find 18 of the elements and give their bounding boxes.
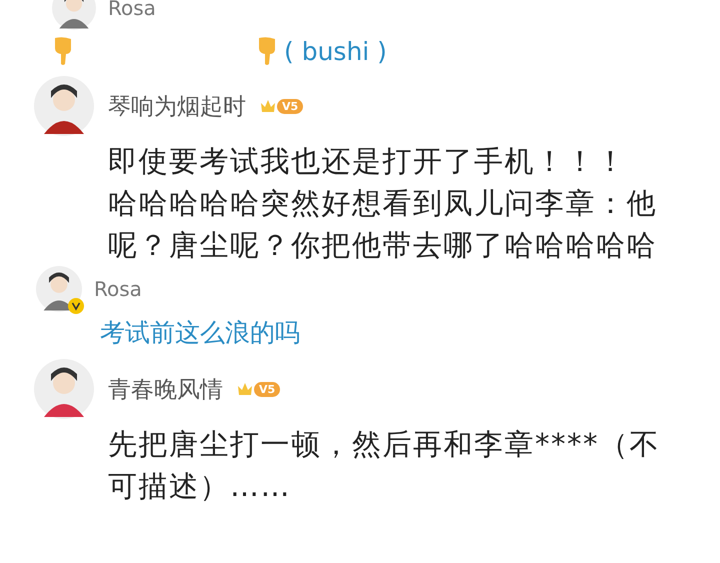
avatar[interactable] <box>34 359 94 419</box>
level-badge: V5 <box>254 382 280 396</box>
user-name[interactable]: Rosa <box>108 0 156 20</box>
comment-text: 先把唐尘打一顿，然后再和李章****（不可描述）…… <box>108 426 661 505</box>
avatar[interactable] <box>36 266 82 312</box>
comment-text: 即使要考试我也还是打开了手机！！！ <box>108 143 628 180</box>
crown-icon <box>237 382 253 396</box>
crown-icon <box>260 99 276 113</box>
level-badge: V5 <box>277 98 304 114</box>
user-name[interactable]: Rosa <box>94 277 142 301</box>
pointing-hand-icon <box>256 36 278 66</box>
user-name[interactable]: 青春晚风情 <box>108 374 223 404</box>
pointing-hand-icon <box>52 36 74 66</box>
comment-text: 哈哈哈哈哈突然好想看到凤儿问李章：他呢？唐尘呢？你把他带去哪了哈哈哈哈哈 <box>108 185 658 264</box>
avatar[interactable] <box>34 76 94 136</box>
reply-text: 考试前这么浪的吗 <box>100 317 300 349</box>
user-name[interactable]: 琴响为烟起时 <box>108 90 246 122</box>
reply-text: ( bushi ) <box>284 36 387 66</box>
